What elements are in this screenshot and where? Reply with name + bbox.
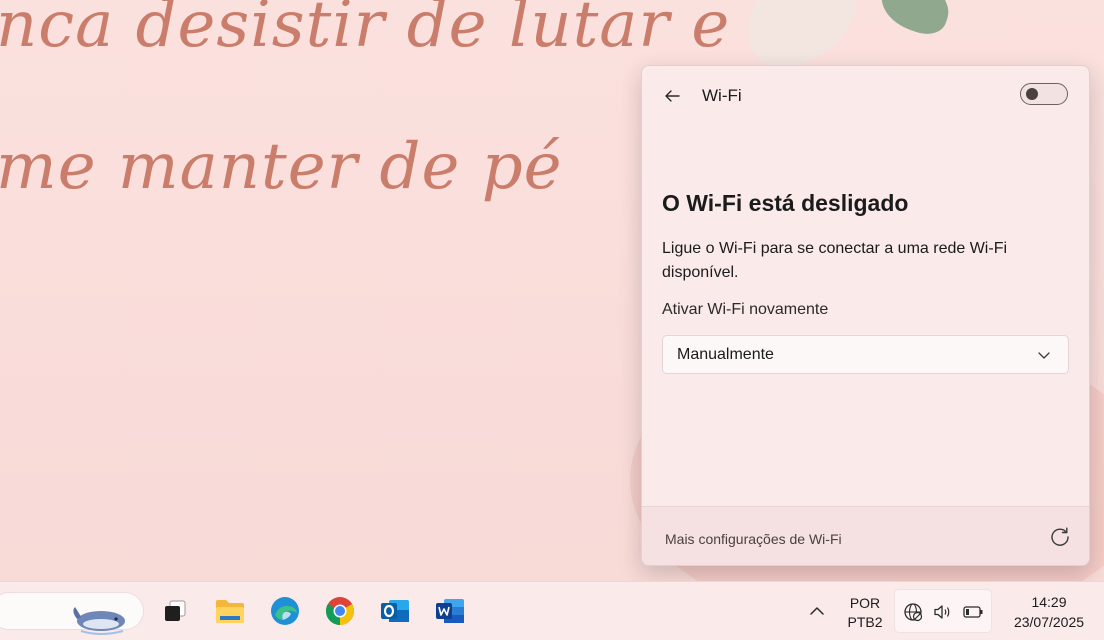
battery-icon <box>963 606 983 618</box>
word-button[interactable] <box>433 594 467 628</box>
input-language-indicator[interactable]: POR PTB2 <box>842 594 888 632</box>
volume-icon <box>934 605 950 619</box>
chevron-down-icon <box>1038 352 1050 359</box>
search-highlight-whale-icon <box>73 607 125 635</box>
search-box[interactable] <box>0 592 144 635</box>
clock-time: 14:29 <box>1031 594 1067 610</box>
back-button[interactable] <box>660 84 684 108</box>
wifi-flyout-header: Wi-Fi <box>642 66 1089 126</box>
keyboard-layout: PTB2 <box>847 614 883 630</box>
wallpaper-leaf-green <box>873 0 957 41</box>
toggle-knob <box>1026 88 1038 100</box>
refresh-icon[interactable] <box>1049 526 1071 548</box>
outlook-button[interactable] <box>378 594 412 628</box>
clock[interactable]: 14:29 23/07/2025 <box>994 592 1104 632</box>
file-explorer-button[interactable] <box>213 594 247 628</box>
edge-icon <box>271 597 299 625</box>
reenable-wifi-dropdown[interactable]: Manualmente <box>662 335 1069 374</box>
globe-no-internet-icon <box>904 603 923 622</box>
task-view-icon <box>165 600 186 621</box>
language-code: POR <box>849 595 881 611</box>
more-wifi-settings-link[interactable]: Mais configurações de Wi-Fi <box>665 531 842 547</box>
chrome-button[interactable] <box>323 594 357 628</box>
word-icon <box>436 599 464 623</box>
clock-date: 23/07/2025 <box>1013 614 1085 630</box>
wallpaper-quote-line-2: me manter de pé <box>0 130 563 204</box>
task-view-button[interactable] <box>158 594 192 628</box>
edge-button[interactable] <box>268 594 302 628</box>
quick-settings-button[interactable] <box>894 589 992 633</box>
wifi-off-description: Ligue o Wi-Fi para se conectar a uma red… <box>662 240 1008 281</box>
taskbar: POR PTB2 14:29 23/07/2025 <box>0 581 1104 640</box>
reenable-wifi-label: Ativar Wi-Fi novamente <box>662 301 829 318</box>
back-arrow-icon <box>665 90 680 102</box>
folder-icon <box>216 600 244 623</box>
wifi-flyout: Wi-Fi O Wi-Fi está desligado Ligue o Wi-… <box>641 65 1090 566</box>
wallpaper-quote-line-1: nca desistir de lutar e <box>0 0 731 62</box>
wifi-flyout-title: Wi-Fi <box>702 86 742 105</box>
outlook-icon <box>381 600 409 622</box>
chrome-icon <box>326 597 354 625</box>
chevron-up-icon[interactable] <box>806 600 828 622</box>
wifi-toggle[interactable] <box>1020 83 1068 105</box>
wifi-off-title: O Wi-Fi está desligado <box>662 190 909 216</box>
reenable-wifi-selected: Manualmente <box>677 346 774 363</box>
wifi-flyout-footer: Mais configurações de Wi-Fi <box>642 506 1089 565</box>
